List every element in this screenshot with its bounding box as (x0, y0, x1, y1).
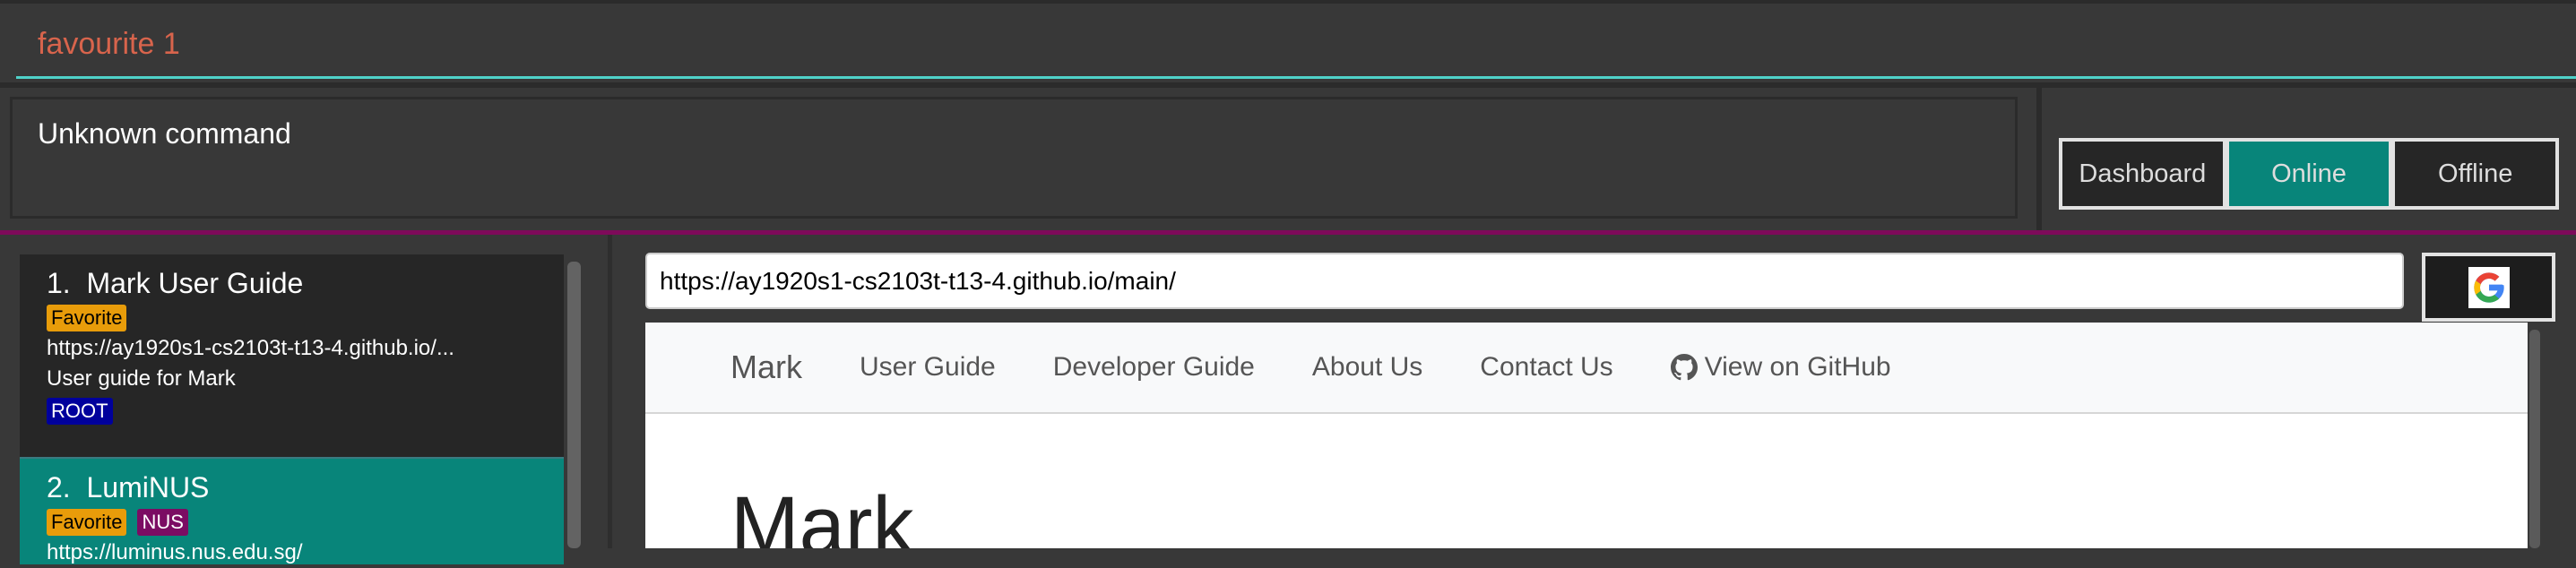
nav-about-us[interactable]: About Us (1312, 352, 1422, 383)
nav-github[interactable]: View on GitHub (1670, 352, 1891, 383)
command-underline (16, 76, 2576, 79)
list-scrollbar[interactable] (567, 262, 581, 548)
favorite-tag: Favorite (47, 305, 127, 331)
github-icon (1670, 354, 1698, 381)
bookmark-index: 2. (47, 471, 71, 503)
bookmark-index: 1. (47, 267, 71, 299)
nav-user-guide[interactable]: User Guide (860, 352, 996, 383)
bookmark-url: https://ay1920s1-cs2103t-t13-4.github.io… (47, 336, 454, 360)
online-button[interactable]: Online (2228, 142, 2390, 206)
site-navbar: Mark User Guide Developer Guide About Us… (645, 323, 2528, 414)
mode-toggle-group: Dashboard Online Offline (2059, 138, 2559, 210)
section-divider (0, 230, 2576, 235)
bookmark-name: LumiNUS (86, 471, 210, 503)
nav-developer-guide[interactable]: Developer Guide (1053, 352, 1255, 383)
favorite-tag: Favorite (47, 509, 127, 536)
bookmark-card[interactable]: 1. Mark User Guide Favorite https://ay19… (20, 254, 564, 457)
command-box[interactable]: favourite 1 (0, 0, 2576, 82)
result-display: Unknown command (10, 97, 2018, 219)
nav-brand[interactable]: Mark (730, 349, 802, 386)
dashboard-button[interactable]: Dashboard (2062, 142, 2223, 206)
panel-divider[interactable] (608, 235, 612, 548)
url-input[interactable]: https://ay1920s1-cs2103t-t13-4.github.io… (645, 253, 2404, 309)
nus-tag: NUS (137, 509, 188, 536)
folder-tag: ROOT (47, 398, 113, 425)
result-text: Unknown command (38, 117, 291, 150)
browser-view[interactable]: Mark User Guide Developer Guide About Us… (645, 323, 2528, 548)
bookmark-list: 1. Mark User Guide Favorite https://ay19… (20, 254, 564, 564)
bookmark-card-selected[interactable]: 2. LumiNUS Favorite NUS https://luminus.n… (20, 457, 564, 564)
google-icon (2468, 266, 2510, 308)
page-heading: Mark (730, 480, 914, 548)
command-input[interactable]: favourite 1 (38, 27, 180, 62)
google-search-button[interactable] (2422, 253, 2555, 322)
bookmark-title: 1. Mark User Guide (47, 265, 564, 301)
bookmark-url: https://luminus.nus.edu.sg/ (47, 540, 303, 564)
nav-github-label: View on GitHub (1704, 352, 1891, 382)
nav-contact-us[interactable]: Contact Us (1480, 352, 1612, 383)
bookmark-name: Mark User Guide (86, 267, 304, 299)
offline-button[interactable]: Offline (2395, 142, 2556, 206)
browser-scrollbar[interactable] (2529, 330, 2540, 548)
bookmark-title: 2. LumiNUS (47, 469, 564, 505)
bookmark-description: User guide for Mark (47, 366, 236, 391)
